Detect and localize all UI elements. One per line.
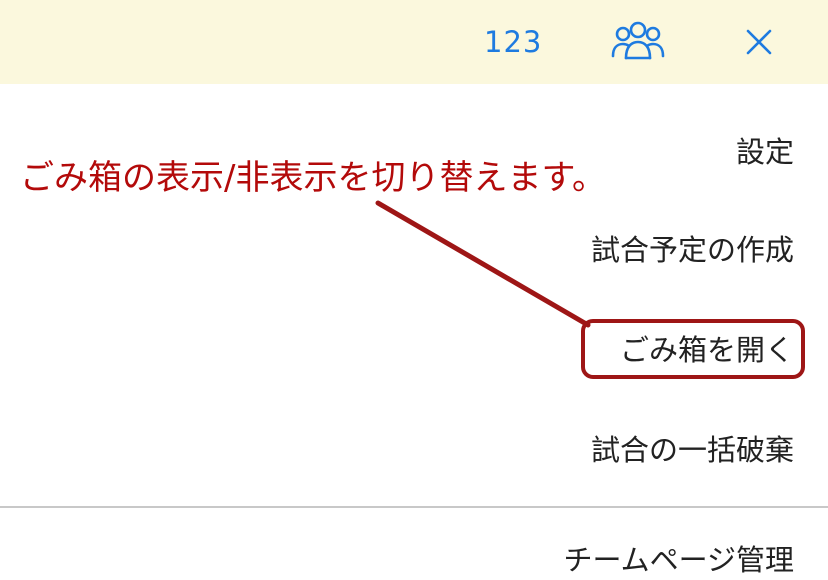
annotation-highlight-box: [581, 319, 805, 379]
annotation-arrow: [375, 200, 591, 328]
annotation-arrow-line: [375, 200, 591, 328]
